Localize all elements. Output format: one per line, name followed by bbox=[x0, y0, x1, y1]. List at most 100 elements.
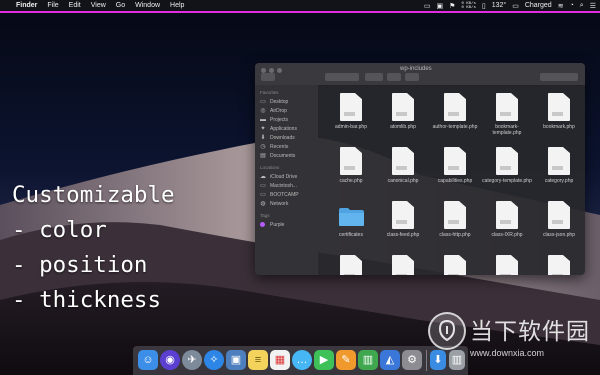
file-item[interactable]: class-IXR.php bbox=[481, 199, 533, 253]
file-item[interactable]: class-http.php bbox=[429, 199, 481, 253]
file-item[interactable]: canonical.php bbox=[377, 145, 429, 199]
search-field[interactable] bbox=[540, 73, 578, 81]
php-file-icon bbox=[392, 201, 414, 229]
network-speed[interactable]: 0 KB/s 0 KB/s bbox=[461, 2, 475, 10]
temperature-icon: ▯ bbox=[481, 2, 486, 10]
file-item[interactable] bbox=[481, 253, 533, 275]
file-item[interactable] bbox=[325, 253, 377, 275]
finder-titlebar[interactable]: wp-includes bbox=[255, 63, 585, 86]
sidebar-item-network[interactable]: ◍ Network bbox=[255, 199, 318, 208]
applications-icon: ✦ bbox=[260, 125, 266, 132]
messages-icon[interactable]: … bbox=[292, 350, 312, 370]
php-file-icon bbox=[496, 147, 518, 175]
recents-icon: ◷ bbox=[260, 143, 266, 150]
finder-icon[interactable]: ☺ bbox=[138, 350, 158, 370]
purple-tag-icon bbox=[260, 222, 265, 227]
file-item[interactable]: bookmark-template.php bbox=[481, 91, 533, 145]
notification-center-icon[interactable]: ☰ bbox=[590, 2, 596, 10]
menu-view[interactable]: View bbox=[86, 2, 111, 9]
lock-icon[interactable]: ▣ bbox=[437, 2, 444, 10]
zoom-button[interactable] bbox=[277, 68, 282, 73]
back-forward-button[interactable] bbox=[261, 73, 275, 81]
sidebar-item-airdrop[interactable]: ◎ AirDrop bbox=[255, 106, 318, 115]
menu-window[interactable]: Window bbox=[130, 2, 165, 9]
calendar-icon[interactable]: ▦ bbox=[270, 350, 290, 370]
battery-status[interactable]: Charged bbox=[525, 2, 552, 9]
sidebar-item-label: AirDrop bbox=[270, 107, 287, 114]
file-name: category.php bbox=[544, 178, 574, 184]
sidebar-header-locations: Locations bbox=[260, 165, 280, 170]
facetime-icon[interactable]: ▶ bbox=[314, 350, 334, 370]
file-name: bookmark-template.php bbox=[492, 124, 522, 136]
php-file-icon bbox=[392, 147, 414, 175]
menu-file[interactable]: File bbox=[42, 2, 63, 9]
file-item[interactable]: author-template.php bbox=[429, 91, 481, 145]
file-name: category-template.php bbox=[482, 178, 532, 184]
file-name: class-IXR.php bbox=[491, 232, 523, 238]
menu-help[interactable]: Help bbox=[165, 2, 189, 9]
sidebar-item-documents[interactable]: ▤ Documents bbox=[255, 151, 318, 160]
file-item[interactable]: atomlib.php bbox=[377, 91, 429, 145]
file-item[interactable]: capabilities.php bbox=[429, 145, 481, 199]
pages-icon[interactable]: ✎ bbox=[336, 350, 356, 370]
wifi-icon[interactable]: ≋ bbox=[558, 2, 564, 10]
view-mode-buttons[interactable] bbox=[325, 73, 359, 81]
file-item[interactable]: cache.php bbox=[325, 145, 377, 199]
battery-icon: ▭ bbox=[512, 2, 519, 10]
launchpad-icon[interactable]: ✈ bbox=[182, 350, 202, 370]
php-file-icon bbox=[340, 93, 362, 121]
file-item[interactable]: admin-bar.php bbox=[325, 91, 377, 145]
system-preferences-icon[interactable]: ⚙ bbox=[402, 350, 422, 370]
file-name: cache.php bbox=[339, 178, 363, 184]
safari-icon[interactable]: ✧ bbox=[204, 350, 224, 370]
folder-item[interactable]: certificates bbox=[325, 199, 377, 253]
file-item[interactable] bbox=[377, 253, 429, 275]
numbers-icon[interactable]: ▥ bbox=[358, 350, 378, 370]
preview-icon[interactable]: ▣ bbox=[226, 350, 246, 370]
file-item[interactable]: category.php bbox=[533, 145, 585, 199]
menu-go[interactable]: Go bbox=[111, 2, 130, 9]
sidebar-item-desktop[interactable]: ▭ Desktop bbox=[255, 97, 318, 106]
php-file-icon bbox=[392, 255, 414, 275]
feature-caption: Customizable - color - position - thickness bbox=[12, 178, 175, 318]
sidebar-item-macintosh[interactable]: ▭ Macintosh... bbox=[255, 181, 318, 190]
php-file-icon bbox=[392, 93, 414, 121]
caption-line-thickness: - thickness bbox=[12, 287, 162, 313]
sidebar-item-recents[interactable]: ◷ Recents bbox=[255, 142, 318, 151]
search-icon[interactable]: ⌕ bbox=[580, 2, 584, 10]
caption-line-position: - position bbox=[12, 252, 148, 278]
sidebar-item-label: Desktop bbox=[270, 98, 289, 105]
folder-icon: ▬ bbox=[260, 116, 266, 123]
sidebar-item-applications[interactable]: ✦ Applications bbox=[255, 124, 318, 133]
sidebar-item-label: Applications bbox=[270, 125, 297, 132]
share-button[interactable] bbox=[387, 73, 401, 81]
tags-button[interactable] bbox=[405, 73, 419, 81]
file-item[interactable]: class-feed.php bbox=[377, 199, 429, 253]
file-item[interactable]: class-json.php bbox=[533, 199, 585, 253]
sidebar-item-label: Recents bbox=[270, 143, 289, 150]
sidebar-item-tag-purple[interactable]: Purple bbox=[255, 220, 318, 229]
php-file-icon bbox=[444, 147, 466, 175]
display-icon[interactable]: ▭ bbox=[424, 2, 431, 10]
file-item[interactable] bbox=[429, 253, 481, 275]
group-button[interactable] bbox=[365, 73, 383, 81]
file-item[interactable]: bookmark.php bbox=[533, 91, 585, 145]
siri-icon[interactable]: ◉ bbox=[160, 350, 180, 370]
caption-line-color: - color bbox=[12, 217, 107, 243]
sidebar-item-bootcamp[interactable]: ▭ BOOTCAMP bbox=[255, 190, 318, 199]
desktop-icon: ▭ bbox=[260, 98, 266, 105]
file-item[interactable] bbox=[533, 253, 585, 275]
file-item[interactable]: category-template.php bbox=[481, 145, 533, 199]
sidebar-item-downloads[interactable]: ⬇ Downloads bbox=[255, 133, 318, 142]
sidebar-item-projects[interactable]: ▬ Projects bbox=[255, 115, 318, 124]
file-name: class-json.php bbox=[543, 232, 575, 238]
clock-icon[interactable]: ◔ bbox=[570, 2, 574, 9]
menu-edit[interactable]: Edit bbox=[64, 2, 86, 9]
temperature-value[interactable]: 132° bbox=[492, 2, 506, 9]
sidebar-item-label: BOOTCAMP bbox=[270, 191, 299, 198]
sidebar-item-icloud-drive[interactable]: ☁ iCloud Drive bbox=[255, 172, 318, 181]
menu-app-name[interactable]: Finder bbox=[14, 2, 42, 9]
keynote-icon[interactable]: ◭ bbox=[380, 350, 400, 370]
flag-icon[interactable]: ⚑ bbox=[449, 2, 455, 10]
notes-icon[interactable]: ≡ bbox=[248, 350, 268, 370]
